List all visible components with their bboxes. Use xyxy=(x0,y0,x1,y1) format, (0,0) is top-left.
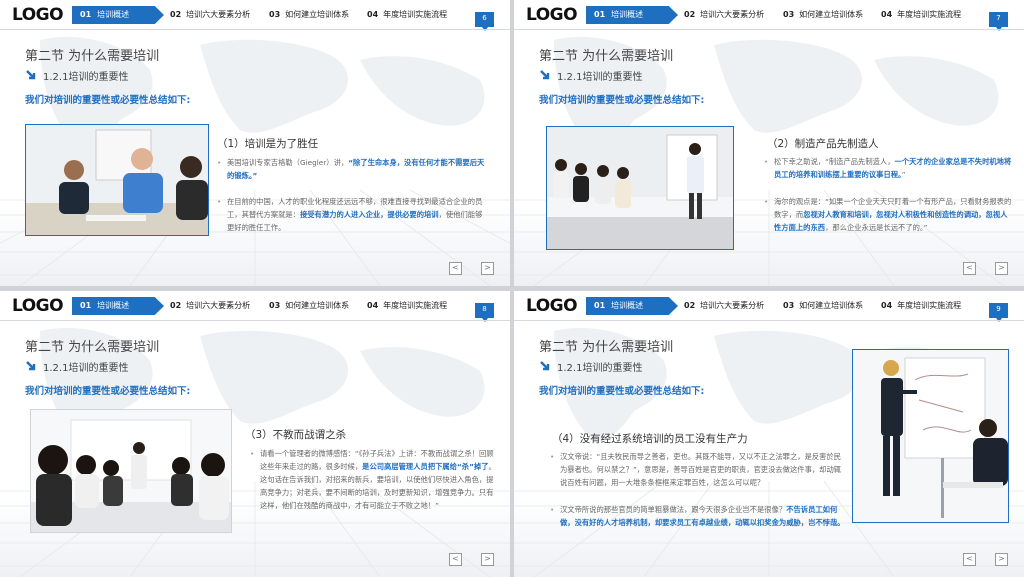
slide-8[interactable]: LOGO 01 培训概述 02 培训六大要素分析 03 如何建立培训体系 04 年度培训… xyxy=(0,291,510,577)
bullet-paragraph: • 在目前的中国，人才的职业化程度还远远不够，很难直接寻找到最适合企业的员工，其替… xyxy=(217,197,483,232)
next-page-button[interactable]: > xyxy=(481,553,494,566)
nav-item-six-elements[interactable]: 02 培训六大要素分析 xyxy=(684,297,764,315)
bullet-paragraph: • 汉文帝所说的那些官员的简单粗暴做法，跟今天很多企业岂不是很像？不告诉员工如何做… xyxy=(550,505,845,527)
bullet-paragraph: • 请看一个管理者的微博感悟：“《孙子兵法》上讲：不教而战谓之杀！回顾这些年来走过… xyxy=(250,449,496,510)
logo: LOGO xyxy=(526,5,578,25)
bullet-paragraph: • 美国培训专家吉格勒（Giegler）讲，“除了生命本身，没有任何才能不需要后天… xyxy=(217,158,485,180)
prev-page-button[interactable]: < xyxy=(449,262,462,275)
sub-heading: 1.2.1培训的重要性 xyxy=(25,68,128,83)
nav-item-six-elements[interactable]: 02 培训六大要素分析 xyxy=(170,6,250,24)
nav-item-training-system[interactable]: 03 如何建立培训体系 xyxy=(269,6,349,24)
slide-6[interactable]: LOGO 01 培训概述 02 培训六大要素分析 03 如何建立培训体系 04 年度培训… xyxy=(0,0,510,286)
nav-item-annual-process[interactable]: 04 年度培训实施流程 xyxy=(881,6,961,24)
logo: LOGO xyxy=(12,296,64,316)
sub-heading: 1.2.1培训的重要性 xyxy=(25,359,128,374)
lead-text: 我们对培训的重要性或必要性总结如下: xyxy=(539,95,705,106)
section-title: 第二节 为什么需要培训 xyxy=(25,340,160,355)
nav-item-overview[interactable]: 01 培训概述 xyxy=(586,6,678,24)
page-number-badge: 8 xyxy=(475,303,494,322)
bullet-paragraph: • 海尔的观点是：“如果一个企业天天只盯着一个有形产品，只看财务报表的数字，而忽视… xyxy=(764,197,1012,232)
sub-heading: 1.2.1培训的重要性 xyxy=(539,359,642,374)
slide-9[interactable]: LOGO 01 培训概述 02 培训六大要素分析 03 如何建立培训体系 04 年度培训… xyxy=(514,291,1024,577)
page-number-badge: 6 xyxy=(475,12,494,31)
nav-item-overview[interactable]: 01 培训概述 xyxy=(72,297,164,315)
lecture-hall-photo xyxy=(30,409,232,533)
arrow-down-right-icon xyxy=(540,361,550,371)
header-bar: LOGO 01 培训概述 02 培训六大要素分析 03 如何建立培训体系 04 年度培训… xyxy=(514,0,1024,31)
arrow-down-right-icon xyxy=(540,70,550,80)
nav-item-annual-process[interactable]: 04 年度培训实施流程 xyxy=(367,297,447,315)
nav-item-training-system[interactable]: 03 如何建立培训体系 xyxy=(269,297,349,315)
prev-page-button[interactable]: < xyxy=(449,553,462,566)
nav-item-six-elements[interactable]: 02 培训六大要素分析 xyxy=(170,297,250,315)
slide-7[interactable]: LOGO 01 培训概述 02 培训六大要素分析 03 如何建立培训体系 04 年度培训… xyxy=(514,0,1024,286)
whiteboard-presentation-photo xyxy=(852,349,1009,523)
nav-item-overview[interactable]: 01 培训概述 xyxy=(72,6,164,24)
bullet-paragraph: • 松下幸之助说，“制造产品先制造人，一个天才的企业家总是不失时机地将员工的培养和… xyxy=(764,157,1012,179)
point-title: （3）不教而战谓之杀 xyxy=(245,429,347,441)
page-number-badge: 7 xyxy=(989,12,1008,31)
sub-heading: 1.2.1培训的重要性 xyxy=(539,68,642,83)
logo: LOGO xyxy=(12,5,64,25)
next-page-button[interactable]: > xyxy=(995,553,1008,566)
classroom-presenter-photo xyxy=(546,126,734,250)
logo: LOGO xyxy=(526,296,578,316)
nav-item-annual-process[interactable]: 04 年度培训实施流程 xyxy=(881,297,961,315)
prev-page-button[interactable]: < xyxy=(963,553,976,566)
header-bar: LOGO 01 培训概述 02 培训六大要素分析 03 如何建立培训体系 04 年度培训… xyxy=(514,291,1024,322)
section-title: 第二节 为什么需要培训 xyxy=(539,340,674,355)
header-bar: LOGO 01 培训概述 02 培训六大要素分析 03 如何建立培训体系 04 年度培训… xyxy=(0,0,510,31)
lead-text: 我们对培训的重要性或必要性总结如下: xyxy=(539,386,705,397)
nav-item-training-system[interactable]: 03 如何建立培训体系 xyxy=(783,297,863,315)
header-bar: LOGO 01 培训概述 02 培训六大要素分析 03 如何建立培训体系 04 年度培训… xyxy=(0,291,510,322)
point-title: （2）制造产品先制造人 xyxy=(767,138,879,150)
training-meeting-photo xyxy=(25,124,209,236)
lead-text: 我们对培训的重要性或必要性总结如下: xyxy=(25,95,191,106)
lead-text: 我们对培训的重要性或必要性总结如下: xyxy=(25,386,191,397)
nav-item-training-system[interactable]: 03 如何建立培训体系 xyxy=(783,6,863,24)
arrow-down-right-icon xyxy=(26,361,36,371)
bullet-paragraph: • 汉文帝说：“且夫牧民而导之善者，吏也。其既不能导，又以不正之法罪之，是反害於民… xyxy=(550,452,842,487)
page-number-badge: 9 xyxy=(989,303,1008,322)
section-title: 第二节 为什么需要培训 xyxy=(539,49,674,64)
next-page-button[interactable]: > xyxy=(995,262,1008,275)
point-title: （1）培训是为了胜任 xyxy=(217,138,319,150)
slide-grid: LOGO 01 培训概述 02 培训六大要素分析 03 如何建立培训体系 04 年度培训… xyxy=(0,0,1024,577)
section-title: 第二节 为什么需要培训 xyxy=(25,49,160,64)
nav-item-overview[interactable]: 01 培训概述 xyxy=(586,297,678,315)
nav-item-annual-process[interactable]: 04 年度培训实施流程 xyxy=(367,6,447,24)
prev-page-button[interactable]: < xyxy=(963,262,976,275)
point-title: （4）没有经过系统培训的员工没有生产力 xyxy=(552,433,748,445)
next-page-button[interactable]: > xyxy=(481,262,494,275)
nav-item-six-elements[interactable]: 02 培训六大要素分析 xyxy=(684,6,764,24)
arrow-down-right-icon xyxy=(26,70,36,80)
